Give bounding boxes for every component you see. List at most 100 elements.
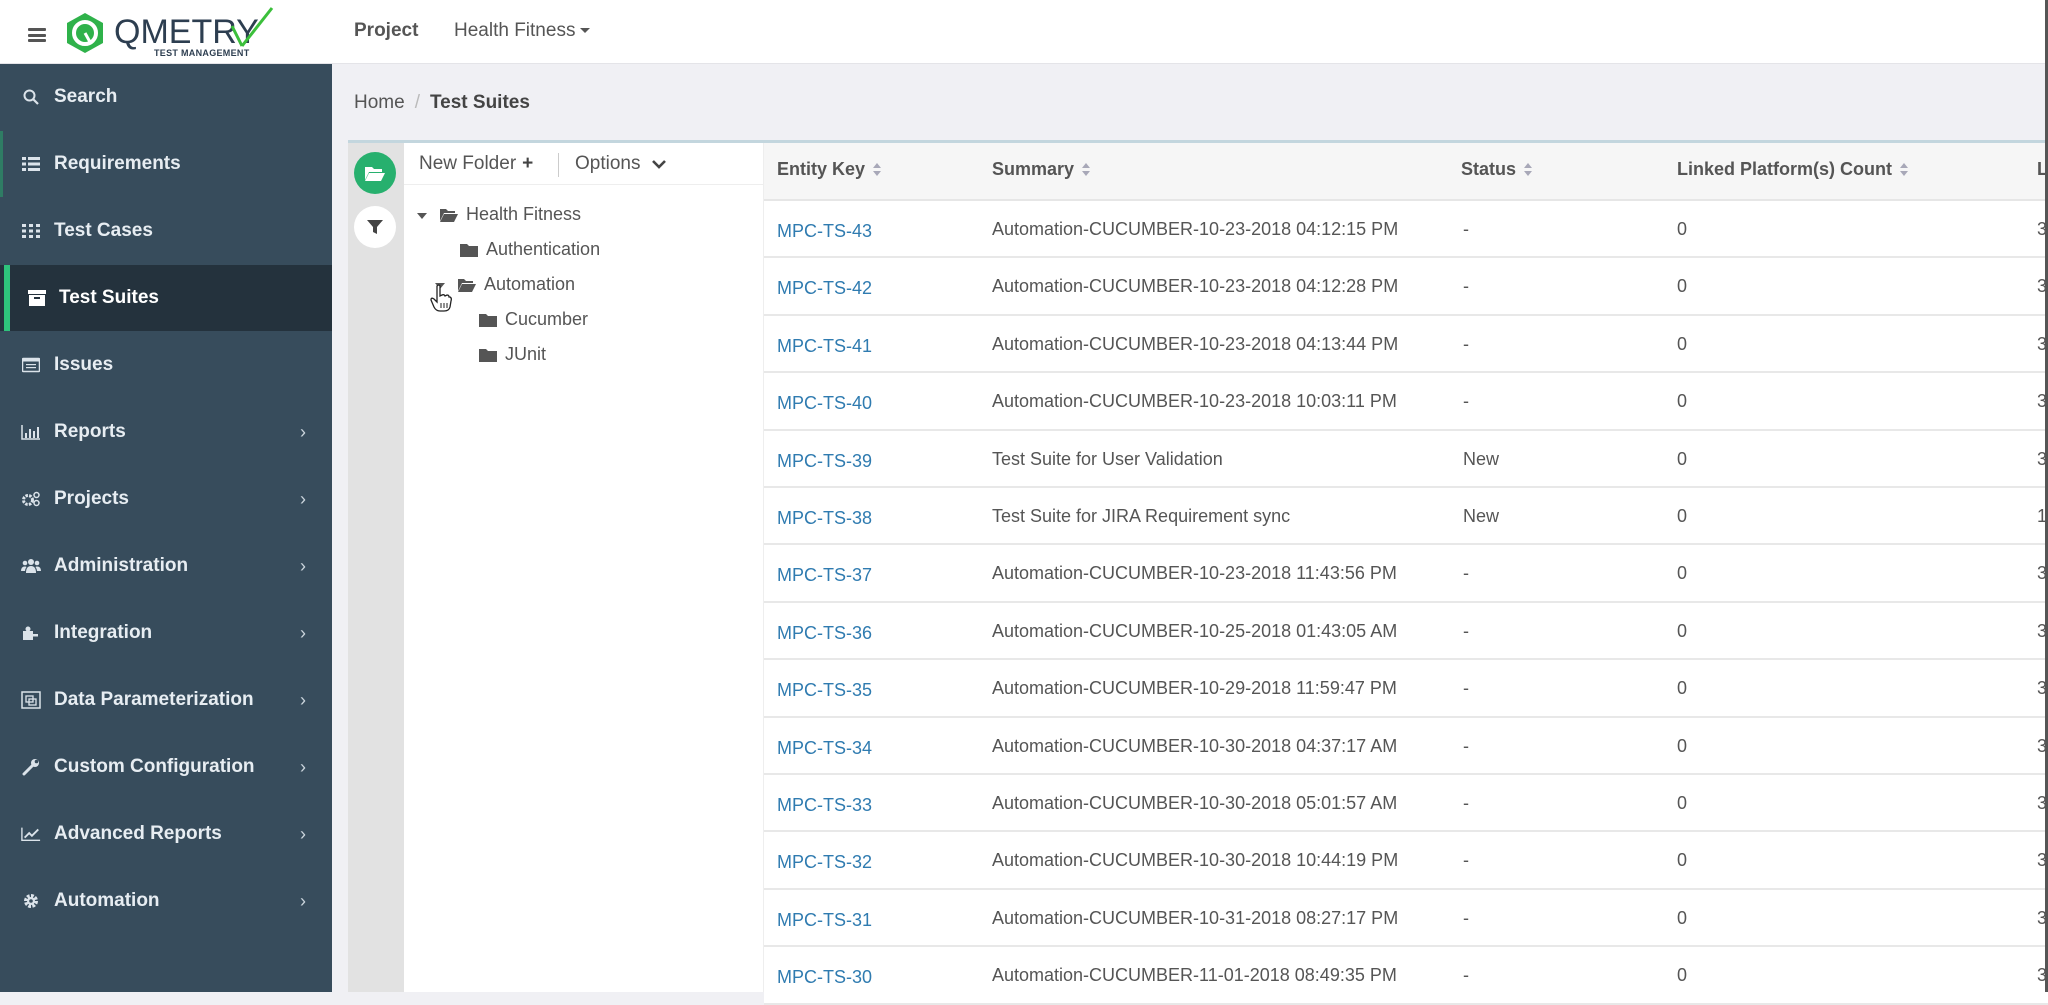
line-chart-icon <box>21 824 41 844</box>
sidebar-item-test-suites[interactable]: Test Suites <box>0 265 332 331</box>
linked-platforms-cell: 0 <box>1677 391 1688 412</box>
breadcrumb-home[interactable]: Home <box>354 92 405 113</box>
entity-key-link[interactable]: MPC-TS-34 <box>777 738 872 759</box>
tree-expand-caret-icon[interactable] <box>417 213 427 219</box>
summary-cell: Automation-CUCUMBER-10-30-2018 04:37:17 … <box>992 735 1398 756</box>
tree-node-automation[interactable]: Automation <box>458 274 575 295</box>
sidebar-item-label: Automation <box>54 890 160 911</box>
linked-platforms-cell: 0 <box>1677 219 1688 239</box>
folder-open-icon <box>440 208 458 222</box>
table-row[interactable]: MPC-TS-30 Automation-CUCUMBER-11-01-2018 … <box>764 947 2048 1005</box>
table-row[interactable]: MPC-TS-35 Automation-CUCUMBER-10-29-2018 … <box>764 660 2048 718</box>
entity-key-link[interactable]: MPC-TS-42 <box>777 278 872 299</box>
table-row[interactable]: MPC-TS-42 Automation-CUCUMBER-10-23-2018 … <box>764 258 2048 316</box>
sidebar-item-projects[interactable]: Projects › <box>0 466 332 532</box>
filter-icon <box>367 220 383 234</box>
chevron-right-icon: › <box>300 555 306 576</box>
entity-key-link[interactable]: MPC-TS-33 <box>777 795 872 816</box>
tree-node-health-fitness[interactable]: Health Fitness <box>440 204 581 225</box>
entity-key-link[interactable]: MPC-TS-37 <box>777 565 872 586</box>
sidebar-item-label: Projects <box>54 488 129 509</box>
entity-key-link[interactable]: MPC-TS-41 <box>777 336 872 357</box>
entity-key-link[interactable]: MPC-TS-40 <box>777 393 872 414</box>
tree-node-cucumber[interactable]: Cucumber <box>479 309 588 330</box>
status-cell: - <box>1463 391 1469 412</box>
tree-node-junit[interactable]: JUnit <box>479 344 546 365</box>
sidebar-item-administration[interactable]: Administration › <box>0 533 332 599</box>
sidebar-item-reports[interactable]: Reports › <box>0 399 332 465</box>
sidebar-item-label: Test Suites <box>59 287 159 308</box>
entity-key-link[interactable]: MPC-TS-39 <box>777 451 872 472</box>
sidebar-item-data-parameterization[interactable]: Data Parameterization › <box>0 667 332 733</box>
table-row[interactable]: MPC-TS-34 Automation-CUCUMBER-10-30-2018 … <box>764 717 2048 775</box>
folder-icon <box>479 348 497 362</box>
list-icon <box>21 154 41 174</box>
sidebar-item-issues[interactable]: Issues <box>0 332 332 398</box>
breadcrumb-separator: / <box>414 92 420 113</box>
tree-node-authentication[interactable]: Authentication <box>460 239 600 260</box>
entity-key-link[interactable]: MPC-TS-32 <box>777 852 872 873</box>
sidebar-item-requirements[interactable]: Requirements <box>0 131 332 197</box>
table-row[interactable]: MPC-TS-32 Automation-CUCUMBER-10-30-2018 … <box>764 832 2048 890</box>
sidebar-item-custom-configuration[interactable]: Custom Configuration › <box>0 734 332 800</box>
breadcrumb: Home / Test Suites <box>354 92 530 114</box>
filter-button[interactable] <box>354 206 396 248</box>
sidebar-item-test-cases[interactable]: Test Cases <box>0 198 332 264</box>
qmetry-logo[interactable]: QMETRY TEST MANAGEMENT <box>62 6 276 58</box>
logo-hexagon-icon <box>67 13 103 53</box>
table-row[interactable]: MPC-TS-38 Test Suite for JIRA Requirement… <box>764 488 2048 546</box>
column-header-summary[interactable]: Summary <box>992 159 1092 180</box>
toolbar-divider <box>558 153 559 177</box>
status-cell: - <box>1463 793 1469 813</box>
sort-icon <box>1524 162 1534 178</box>
sidebar-item-label: Advanced Reports <box>54 823 222 844</box>
caret-down-icon <box>580 28 591 34</box>
sidebar-item-label: Requirements <box>54 153 181 174</box>
column-header-entity-key[interactable]: Entity Key <box>777 159 883 180</box>
sidebar-item-label: Reports <box>54 421 126 442</box>
summary-cell: Test Suite for JIRA Requirement sync <box>992 506 1291 526</box>
entity-key-link[interactable]: MPC-TS-30 <box>777 967 872 988</box>
entity-key-link[interactable]: MPC-TS-36 <box>777 623 872 644</box>
entity-key-link[interactable]: MPC-TS-43 <box>777 221 872 242</box>
table-row[interactable]: MPC-TS-41 Automation-CUCUMBER-10-23-2018 … <box>764 315 2048 374</box>
status-cell: - <box>1463 276 1469 297</box>
column-header-label: Linked Platform(s) Count <box>1677 159 1892 179</box>
top-bar: QMETRY TEST MANAGEMENT Project Health Fi… <box>0 0 2048 64</box>
entity-key-link[interactable]: MPC-TS-31 <box>777 910 872 931</box>
sort-icon <box>1900 162 1910 178</box>
linked-platforms-cell: 0 <box>1677 620 1688 641</box>
table-row[interactable]: MPC-TS-39 Test Suite for User Validation N… <box>764 430 2048 488</box>
table-row[interactable]: MPC-TS-31 Automation-CUCUMBER-10-31-2018 … <box>764 889 2048 948</box>
sidebar-item-automation[interactable]: Automation › <box>0 868 332 934</box>
sidebar-item-advanced-reports[interactable]: Advanced Reports › <box>0 801 332 867</box>
folder-view-button[interactable] <box>354 152 396 194</box>
hamburger-menu-icon[interactable] <box>28 28 46 42</box>
status-cell: - <box>1463 219 1469 239</box>
table-row[interactable]: MPC-TS-36 Automation-CUCUMBER-10-25-2018 … <box>764 602 2048 661</box>
entity-key-link[interactable]: MPC-TS-35 <box>777 680 872 701</box>
tree-node-label: Automation <box>484 274 576 294</box>
linked-platforms-cell: 0 <box>1677 448 1688 469</box>
table-row[interactable]: MPC-TS-37 Automation-CUCUMBER-10-23-2018 … <box>764 545 2048 603</box>
column-header-status[interactable]: Status <box>1461 159 1534 180</box>
table-row[interactable]: MPC-TS-33 Automation-CUCUMBER-10-30-2018 … <box>764 775 2048 833</box>
new-folder-button[interactable]: New Folder + <box>419 153 533 175</box>
entity-key-link[interactable]: MPC-TS-38 <box>777 508 872 529</box>
grid-icon <box>21 221 41 241</box>
tree-node-label: Authentication <box>486 239 601 259</box>
sidebar-item-integration[interactable]: Integration › <box>0 600 332 666</box>
column-header-label: Status <box>1461 159 1517 179</box>
archive-icon <box>27 288 47 308</box>
column-header-linked-platforms-count[interactable]: Linked Platform(s) Count <box>1677 159 1910 180</box>
status-cell: - <box>1463 735 1469 756</box>
summary-cell: Automation-CUCUMBER-10-23-2018 04:12:28 … <box>992 276 1399 297</box>
sort-icon <box>873 162 883 178</box>
chevron-right-icon: › <box>300 823 306 844</box>
tree-node-label: JUnit <box>505 344 547 364</box>
project-selector[interactable]: Health Fitness <box>454 20 591 42</box>
sidebar-item-search[interactable]: Search <box>0 64 332 130</box>
table-row[interactable]: MPC-TS-40 Automation-CUCUMBER-10-23-2018 … <box>764 373 2048 431</box>
table-row[interactable]: MPC-TS-43 Automation-CUCUMBER-10-23-2018 … <box>764 201 2048 259</box>
options-dropdown[interactable]: Options <box>575 153 666 175</box>
